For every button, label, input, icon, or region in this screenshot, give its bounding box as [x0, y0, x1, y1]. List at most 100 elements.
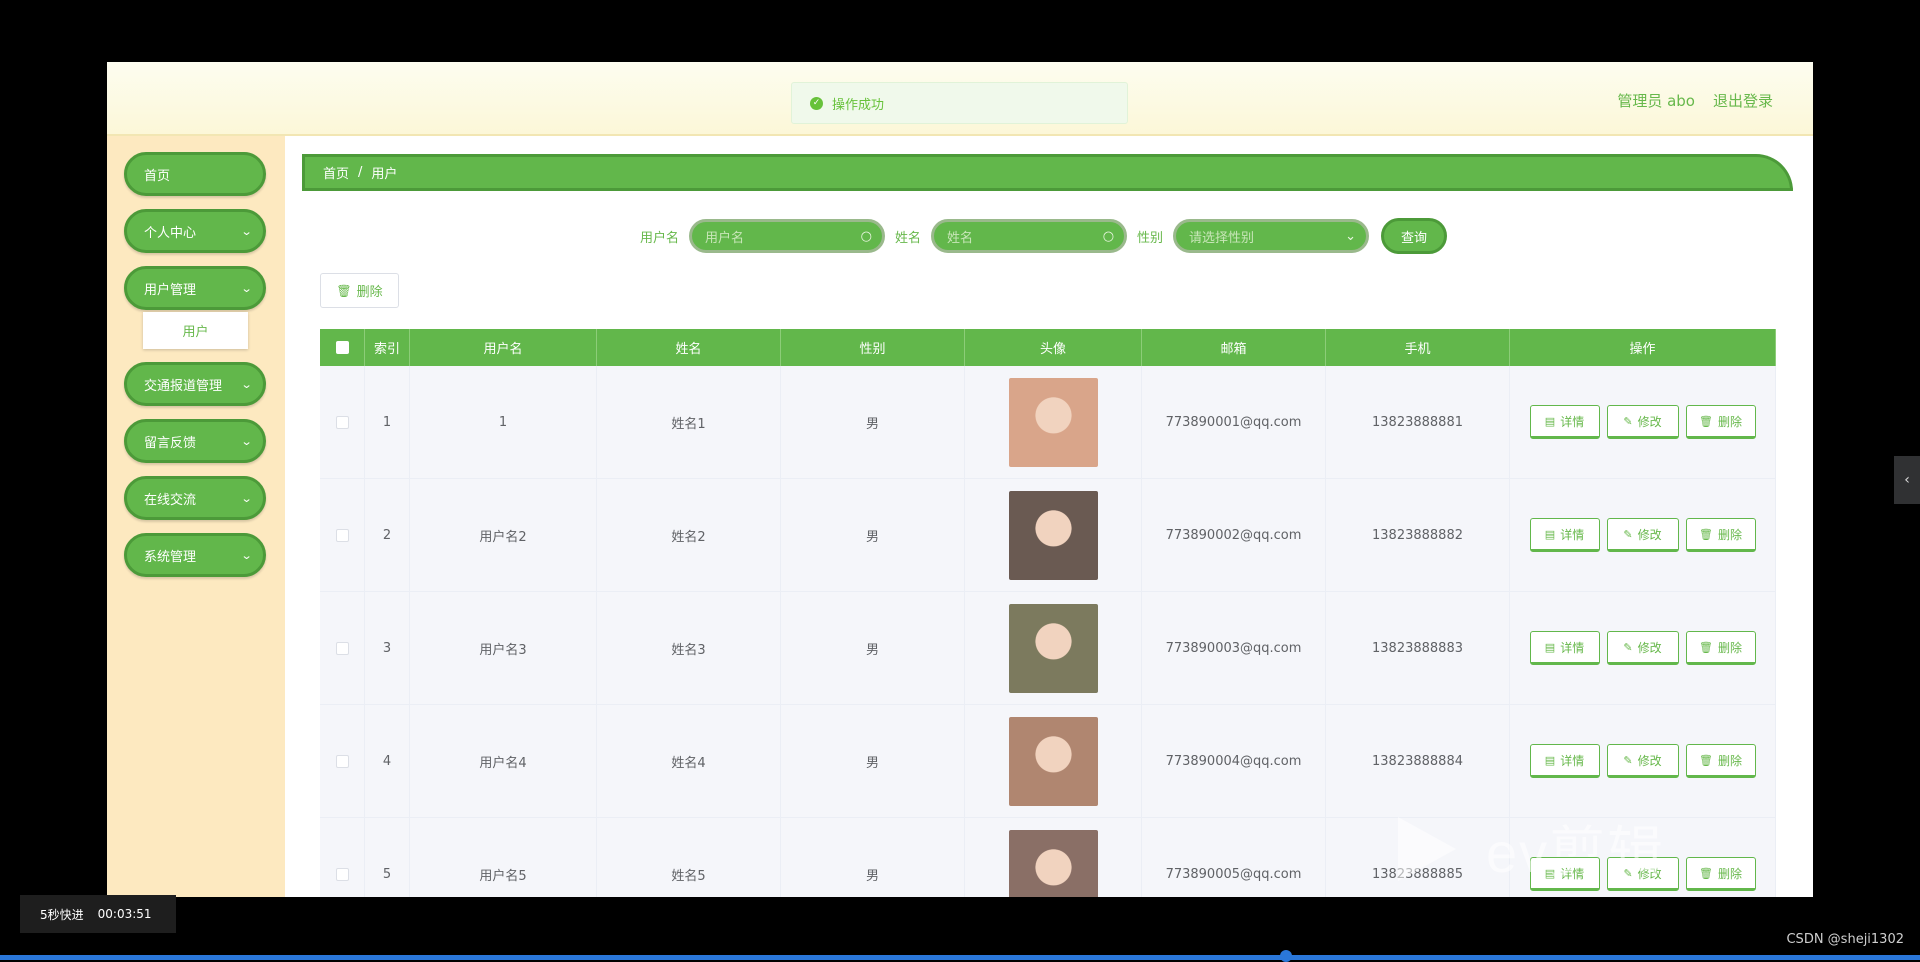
column-header-actions: 操作 [1510, 329, 1776, 366]
cell-index: 5 [365, 818, 410, 897]
collapse-panel-tab[interactable]: ‹ [1894, 456, 1920, 504]
detail-button[interactable]: ▤ 详情 [1529, 405, 1600, 439]
delete-label: 删除 [1717, 640, 1742, 655]
cell-phone: 13823888881 [1326, 366, 1510, 478]
chevron-down-icon: ⌄ [240, 378, 253, 391]
pencil-icon: ✎ [1623, 753, 1633, 767]
username-placeholder: 用户名 [705, 230, 745, 246]
table-header: 索引 用户名 姓名 性别 头像 邮箱 手机 操作 [320, 329, 1776, 366]
avatar [1008, 377, 1098, 467]
batch-delete-button[interactable]: 🗑 删除 [320, 273, 399, 308]
edit-button[interactable]: ✎ 修改 [1606, 744, 1679, 778]
delete-label: 删除 [1717, 414, 1742, 429]
sidebar-item-system[interactable]: 系统管理 ⌄ [124, 533, 266, 577]
delete-button[interactable]: 🗑 删除 [1685, 405, 1756, 439]
detail-button[interactable]: ▤ 详情 [1529, 518, 1600, 552]
sidebar-item-user-management[interactable]: 用户管理 ⌄ [124, 266, 266, 310]
cell-email: 773890005@qq.com [1142, 818, 1326, 897]
edit-button[interactable]: ✎ 修改 [1606, 405, 1679, 439]
video-watermark: ev剪辑 [1398, 808, 1665, 889]
name-search-input[interactable]: 姓名 ○ [931, 219, 1128, 253]
breadcrumb-home[interactable]: 首页 [323, 163, 349, 182]
sidebar-item-traffic-news[interactable]: 交通报道管理 ⌄ [124, 362, 266, 406]
gender-select[interactable]: 请选择性别 ⌄ [1173, 219, 1370, 253]
select-all-checkbox[interactable] [335, 341, 349, 354]
trash-icon: 🗑 [1699, 414, 1713, 428]
delete-button[interactable]: 🗑 删除 [1685, 857, 1756, 891]
sidebar-item-label: 用户管理 [144, 282, 197, 298]
app-frame: ✓ 操作成功 管理员 abo 退出登录 首页 个人中心 ⌄ 用户管理 ⌄ 用户 … [107, 62, 1813, 897]
sidebar-item-feedback[interactable]: 留言反馈 ⌄ [124, 419, 266, 463]
sidebar-subitem-users[interactable]: 用户 [143, 312, 248, 349]
query-button[interactable]: 查询 [1381, 218, 1448, 254]
success-toast: ✓ 操作成功 [791, 82, 1128, 124]
delete-button[interactable]: 🗑 删除 [1685, 744, 1756, 778]
document-icon: ▤ [1544, 527, 1556, 541]
column-header-avatar: 头像 [965, 329, 1142, 366]
document-icon: ▤ [1544, 753, 1556, 767]
sidebar-item-label: 在线交流 [144, 492, 197, 508]
sidebar-item-label: 个人中心 [144, 225, 197, 241]
sidebar-item-home[interactable]: 首页 [124, 152, 266, 196]
detail-label: 详情 [1560, 414, 1585, 429]
delete-button[interactable]: 🗑 删除 [1685, 631, 1756, 665]
detail-button[interactable]: ▤ 详情 [1529, 631, 1600, 665]
cell-phone: 13823888883 [1326, 592, 1510, 704]
row-checkbox[interactable] [335, 867, 349, 881]
edit-button[interactable]: ✎ 修改 [1606, 518, 1679, 552]
username-label: 用户名 [640, 230, 680, 246]
breadcrumb-separator: / [358, 165, 363, 180]
sidebar: 首页 个人中心 ⌄ 用户管理 ⌄ 用户 交通报道管理 ⌄ 留言反馈 ⌄ 在线交流… [107, 136, 285, 897]
column-header-email: 邮箱 [1142, 329, 1326, 366]
search-bar: 用户名 用户名 ○ 姓名 姓名 ○ 性别 请选择性别 ⌄ 查询 [640, 218, 1448, 254]
row-checkbox[interactable] [335, 415, 349, 429]
sidebar-item-online-chat[interactable]: 在线交流 ⌄ [124, 476, 266, 520]
detail-button[interactable]: ▤ 详情 [1529, 744, 1600, 778]
trash-icon: 🗑 [1699, 753, 1713, 767]
cell-gender: 男 [781, 366, 965, 478]
trash-icon: 🗑 [336, 283, 352, 298]
cell-gender: 男 [781, 705, 965, 817]
pencil-icon: ✎ [1623, 527, 1633, 541]
row-checkbox[interactable] [335, 528, 349, 542]
chevron-down-icon: ⌄ [240, 225, 253, 238]
edit-label: 修改 [1637, 640, 1662, 655]
sidebar-item-label: 交通报道管理 [144, 378, 223, 394]
video-progress-knob[interactable] [1280, 950, 1292, 962]
video-progress-bar[interactable] [0, 955, 1920, 960]
breadcrumb: 首页 / 用户 [302, 154, 1793, 191]
avatar [1008, 829, 1098, 897]
column-header-name: 姓名 [597, 329, 781, 366]
chevron-down-icon: ⌄ [240, 282, 253, 295]
cell-gender: 男 [781, 818, 965, 897]
cell-index: 3 [365, 592, 410, 704]
cell-name: 姓名5 [597, 818, 781, 897]
username-search-input[interactable]: 用户名 ○ [689, 219, 886, 253]
edit-label: 修改 [1637, 753, 1662, 768]
pencil-icon: ✎ [1623, 640, 1633, 654]
logout-link[interactable]: 退出登录 [1713, 90, 1773, 111]
chevron-left-icon: ‹ [1904, 472, 1910, 488]
column-header-gender: 性别 [781, 329, 965, 366]
avatar [1008, 603, 1098, 693]
delete-button[interactable]: 🗑 删除 [1685, 518, 1756, 552]
cell-email: 773890004@qq.com [1142, 705, 1326, 817]
cell-phone: 13823888882 [1326, 479, 1510, 591]
breadcrumb-current: 用户 [371, 167, 398, 182]
sidebar-item-personal-center[interactable]: 个人中心 ⌄ [124, 209, 266, 253]
edit-button[interactable]: ✎ 修改 [1606, 631, 1679, 665]
row-checkbox[interactable] [335, 641, 349, 655]
avatar [1008, 716, 1098, 806]
table-row: 3 用户名3 姓名3 男 773890003@qq.com 1382388888… [320, 592, 1776, 705]
sidebar-item-label: 系统管理 [144, 549, 197, 565]
top-header: ✓ 操作成功 管理员 abo 退出登录 [107, 62, 1813, 136]
sidebar-item-label: 留言反馈 [144, 435, 197, 451]
column-header-index: 索引 [365, 329, 410, 366]
cell-gender: 男 [781, 592, 965, 704]
trash-icon: 🗑 [1699, 866, 1713, 880]
row-checkbox[interactable] [335, 754, 349, 768]
play-logo-icon [1398, 816, 1456, 881]
cell-username: 用户名5 [410, 818, 597, 897]
cell-index: 2 [365, 479, 410, 591]
cell-name: 姓名1 [597, 366, 781, 478]
